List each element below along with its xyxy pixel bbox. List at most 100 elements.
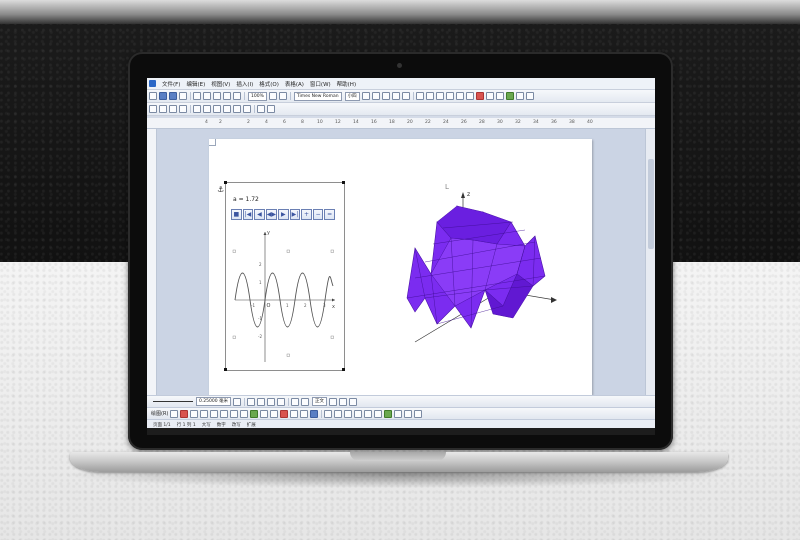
previous-icon[interactable]	[339, 397, 348, 406]
arc-tool-icon[interactable]	[240, 409, 249, 418]
root-icon[interactable]	[223, 105, 231, 113]
anchor-icon[interactable]: ⚓	[217, 185, 224, 194]
copy-icon[interactable]	[203, 92, 211, 100]
table-icon[interactable]	[495, 92, 504, 100]
sine-plot[interactable]: y x O -1 1 2 3 2 1 -1 -2	[231, 226, 339, 364]
play-button[interactable]: ▶	[278, 209, 289, 220]
surface-plot-3d[interactable]: z	[385, 178, 563, 354]
decrease-button[interactable]: −	[312, 209, 324, 220]
step-back-button[interactable]: ◀	[254, 209, 265, 220]
open-file-icon[interactable]	[159, 92, 167, 100]
shadow-icon[interactable]	[277, 397, 286, 406]
line-style-sample[interactable]	[153, 401, 193, 402]
italic-icon[interactable]	[371, 92, 380, 100]
ellipse-tool-icon[interactable]	[210, 409, 219, 418]
integral-icon[interactable]	[233, 105, 241, 113]
menu-table[interactable]: 表格(A)	[285, 80, 304, 88]
align-center-icon[interactable]	[425, 92, 434, 100]
align-left-icon[interactable]	[415, 92, 424, 100]
geometry-icon[interactable]	[203, 105, 211, 113]
increase-button[interactable]: +	[301, 209, 312, 220]
help-icon[interactable]	[525, 92, 534, 100]
drawing-menu[interactable]: 绘图(R)	[151, 410, 168, 417]
subscript-icon[interactable]	[401, 92, 410, 100]
paste-icon[interactable]	[213, 92, 221, 100]
resize-handle[interactable]	[224, 368, 227, 371]
order-icon[interactable]	[344, 409, 353, 418]
coordinate-icon[interactable]	[260, 409, 269, 418]
point-marker[interactable]	[330, 249, 334, 253]
undo-icon[interactable]	[223, 92, 231, 100]
menu-file[interactable]: 文件(F)	[162, 80, 180, 88]
fraction-icon[interactable]	[213, 105, 221, 113]
superscript-icon[interactable]	[391, 92, 400, 100]
zoom-select[interactable]: 100%	[248, 91, 267, 101]
send-back-icon[interactable]	[364, 409, 373, 418]
redo-icon[interactable]	[233, 92, 241, 100]
property-icon[interactable]	[414, 409, 423, 418]
menu-format[interactable]: 格式(O)	[259, 80, 279, 88]
menu-window[interactable]: 窗口(W)	[310, 80, 331, 88]
shading-icon[interactable]	[267, 105, 275, 113]
paragraph-icon[interactable]	[159, 105, 167, 113]
font-size-select[interactable]: 小四	[344, 91, 360, 101]
arrow-style-icon[interactable]	[257, 397, 266, 406]
cut-icon[interactable]	[193, 92, 201, 100]
stop-button[interactable]: ■	[231, 209, 242, 220]
menu-edit[interactable]: 编辑(E)	[186, 80, 205, 88]
next-icon[interactable]	[329, 397, 338, 406]
last-frame-button[interactable]: ▶|	[289, 209, 301, 220]
select-arrow-icon[interactable]	[170, 409, 179, 418]
line-color-icon[interactable]	[233, 397, 242, 406]
save-icon[interactable]	[169, 92, 177, 100]
line-tool-icon[interactable]	[190, 409, 199, 418]
rectangle-tool-icon[interactable]	[200, 409, 209, 418]
bounce-button[interactable]: ◀▶	[265, 209, 278, 220]
horizontal-ruler[interactable]: 4 2 2 4 6 8 10 12 14 16 18 20 22 24 26 2…	[147, 118, 655, 129]
pen-tool-icon[interactable]	[310, 409, 319, 418]
grid-icon[interactable]	[268, 92, 277, 100]
print-icon[interactable]	[179, 92, 187, 100]
bold-icon[interactable]	[361, 92, 370, 100]
formula-icon[interactable]	[485, 92, 494, 100]
menu-insert[interactable]: 插入(I)	[236, 80, 253, 88]
numbered-list-icon[interactable]	[465, 92, 474, 100]
fill-color-icon[interactable]	[247, 397, 256, 406]
rotate-shape-icon[interactable]	[180, 409, 189, 418]
trace-icon[interactable]	[374, 409, 383, 418]
group-icon[interactable]	[349, 397, 358, 406]
matrix-icon[interactable]	[243, 105, 251, 113]
label-icon[interactable]	[394, 409, 403, 418]
align-objects-icon[interactable]	[324, 409, 333, 418]
chart-icon[interactable]	[505, 92, 514, 100]
vector-tool-icon[interactable]	[250, 409, 259, 418]
outdent-icon[interactable]	[179, 105, 187, 113]
point-marker[interactable]	[232, 249, 236, 253]
menu-help[interactable]: 帮助(H)	[337, 80, 356, 88]
resize-handle[interactable]	[342, 181, 345, 184]
symbol-icon[interactable]	[515, 92, 524, 100]
animate-icon[interactable]	[384, 409, 393, 418]
resize-handle[interactable]	[342, 368, 345, 371]
new-file-icon[interactable]	[149, 92, 157, 100]
point-marker[interactable]	[286, 249, 290, 253]
format-painter-icon[interactable]	[149, 105, 157, 113]
measure-icon[interactable]	[280, 409, 289, 418]
font-name-select[interactable]: Times New Roman	[293, 91, 342, 101]
first-frame-button[interactable]: |◀	[242, 209, 254, 220]
highlight-icon[interactable]	[475, 92, 484, 100]
text-box-icon[interactable]	[290, 409, 299, 418]
align-right-icon[interactable]	[435, 92, 444, 100]
distribute-icon[interactable]	[334, 409, 343, 418]
vertical-scrollbar[interactable]	[645, 129, 655, 395]
border-icon[interactable]	[257, 105, 265, 113]
justify-icon[interactable]	[445, 92, 454, 100]
point-marker[interactable]	[232, 335, 236, 339]
fill-tool-icon[interactable]	[300, 409, 309, 418]
flip-icon[interactable]	[301, 397, 310, 406]
reset-button[interactable]: =	[324, 209, 335, 220]
play-tool-icon[interactable]	[404, 409, 413, 418]
rotate-icon[interactable]	[291, 397, 300, 406]
polygon-tool-icon[interactable]	[230, 409, 239, 418]
page-icon[interactable]	[278, 92, 287, 100]
